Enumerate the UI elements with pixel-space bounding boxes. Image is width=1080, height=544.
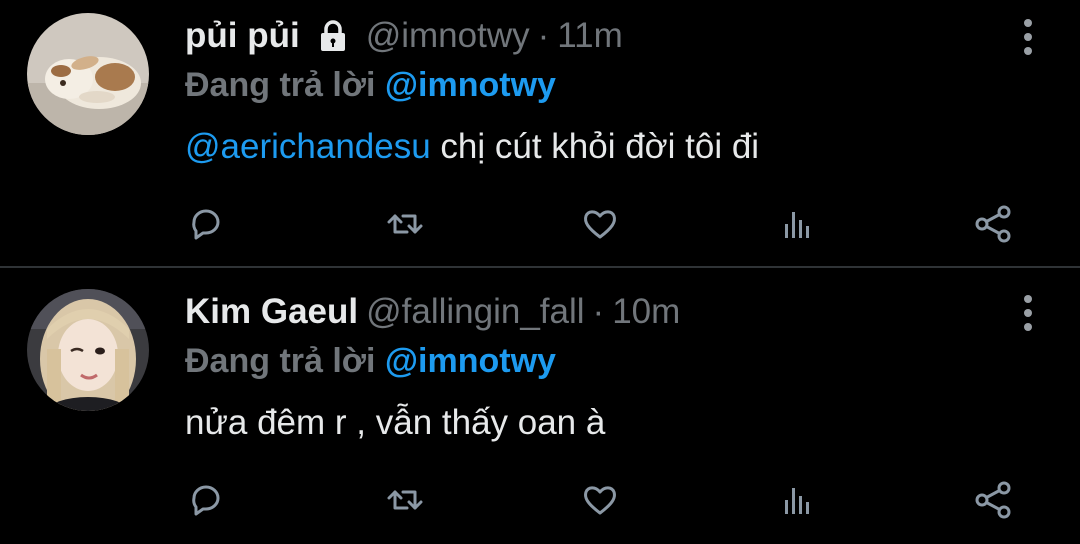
replying-to: Đang trả lời @imnotwy	[185, 66, 556, 105]
tweet-body: nửa đêm r , vẫn thấy oan à	[185, 403, 606, 442]
views-icon[interactable]	[775, 202, 819, 246]
replying-to-label: Đang trả lời	[185, 342, 385, 380]
tweet-header: Kim Gaeul @fallingin_fall · 10m	[185, 288, 680, 336]
tweet[interactable]: Kim Gaeul @fallingin_fall · 10m Đang trả…	[0, 268, 1080, 544]
tweet-header: pủi pủi @imnotwy · 11m	[185, 12, 623, 60]
replying-to-label: Đang trả lời	[185, 66, 385, 104]
tweet-text: nửa đêm r , vẫn thấy oan à	[185, 403, 605, 443]
replying-to-handle[interactable]: @imnotwy	[385, 66, 556, 104]
lock-icon	[316, 19, 350, 53]
share-icon[interactable]	[972, 202, 1016, 246]
replying-to-handle[interactable]: @imnotwy	[385, 342, 556, 380]
views-icon[interactable]	[775, 478, 819, 522]
like-icon[interactable]	[578, 478, 622, 522]
share-icon[interactable]	[972, 478, 1016, 522]
reply-icon[interactable]	[184, 202, 228, 246]
handle[interactable]: @imnotwy	[366, 16, 530, 56]
display-name[interactable]: pủi pủi	[185, 16, 300, 56]
bunny-avatar-image	[27, 13, 149, 135]
replying-to: Đang trả lời @imnotwy	[185, 342, 556, 381]
separator: ·	[537, 16, 550, 55]
tweet[interactable]: pủi pủi @imnotwy · 11m Đang trả lời @imn…	[0, 0, 1080, 266]
like-icon[interactable]	[578, 202, 622, 246]
more-vertical-icon[interactable]	[1022, 293, 1034, 333]
handle[interactable]: @fallingin_fall	[366, 292, 584, 332]
timestamp[interactable]: 11m	[557, 16, 623, 56]
person-avatar-image	[27, 289, 149, 411]
timestamp[interactable]: 10m	[612, 292, 680, 332]
separator: ·	[592, 292, 605, 331]
retweet-icon[interactable]	[383, 202, 427, 246]
reply-icon[interactable]	[184, 478, 228, 522]
avatar[interactable]	[27, 13, 149, 135]
display-name[interactable]: Kim Gaeul	[185, 292, 358, 332]
more-vertical-icon[interactable]	[1022, 17, 1034, 57]
tweet-text: @aerichandesu chị cút khỏi đời tôi đi	[185, 127, 759, 167]
tweet-body: chị cút khỏi đời tôi đi	[430, 127, 760, 166]
action-bar	[0, 478, 1080, 522]
avatar[interactable]	[27, 289, 149, 411]
mention-link[interactable]: @aerichandesu	[185, 127, 431, 166]
action-bar	[0, 202, 1080, 246]
retweet-icon[interactable]	[383, 478, 427, 522]
